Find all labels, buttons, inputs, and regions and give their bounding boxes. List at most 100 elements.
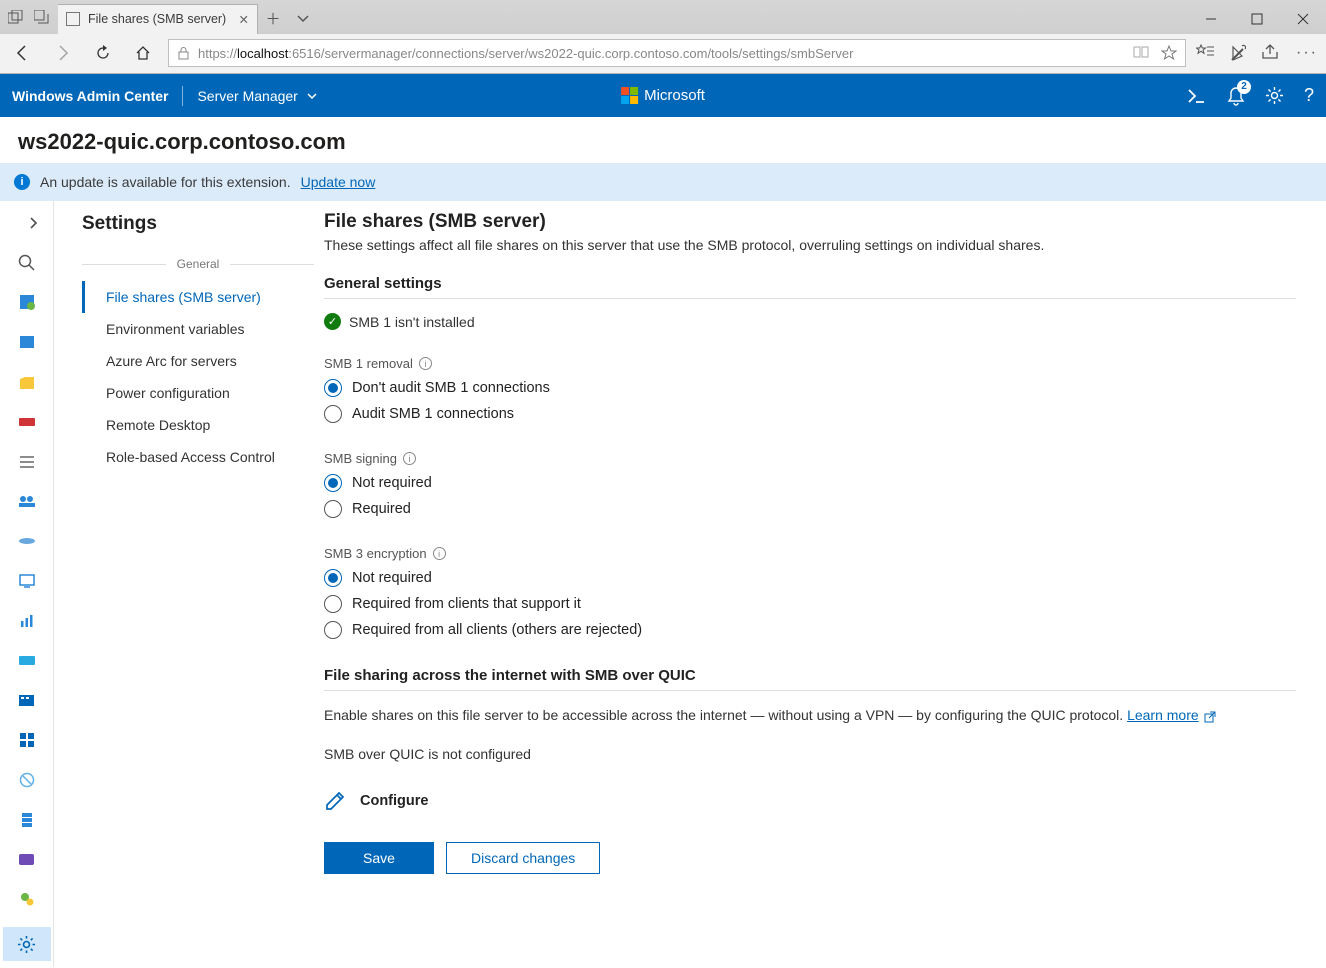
smb3-enc-label: SMB 3 encryption	[324, 546, 427, 561]
radio-selected-icon	[324, 474, 342, 492]
rail-tool-3[interactable]	[13, 370, 41, 394]
share-icon[interactable]	[1262, 44, 1280, 62]
smb1-removal-label: SMB 1 removal	[324, 356, 413, 371]
close-window-button[interactable]	[1280, 4, 1326, 34]
rail-tool-12[interactable]	[13, 728, 41, 752]
sidebar-item-file-shares[interactable]: File shares (SMB server)	[82, 281, 314, 313]
info-icon[interactable]: i	[433, 547, 446, 560]
smb1-removal-opt1[interactable]: Don't audit SMB 1 connections	[324, 375, 1296, 401]
rail-tool-7[interactable]	[13, 529, 41, 553]
main-title: File shares (SMB server)	[324, 211, 1296, 233]
app-brand[interactable]: Windows Admin Center	[12, 88, 168, 104]
maximize-button[interactable]	[1234, 4, 1280, 34]
window-group-icon[interactable]	[6, 7, 26, 27]
main-subtitle: These settings affect all file shares on…	[324, 237, 1296, 253]
rail-tool-1[interactable]	[13, 291, 41, 315]
close-tab-icon[interactable]: ✕	[239, 12, 249, 27]
radio-icon	[324, 405, 342, 423]
home-button[interactable]	[128, 38, 158, 68]
rail-tool-16[interactable]	[13, 887, 41, 911]
page-icon	[66, 12, 80, 26]
url-path: :6516/servermanager/connections/server/w…	[288, 46, 853, 61]
browser-tab[interactable]: File shares (SMB server) ✕	[58, 4, 258, 34]
address-bar[interactable]: https://localhost:6516/servermanager/con…	[168, 39, 1186, 67]
forward-button[interactable]	[48, 38, 78, 68]
general-settings-head: General settings	[324, 275, 1296, 299]
breadcrumb[interactable]: Server Manager	[197, 88, 317, 104]
powershell-icon[interactable]	[1187, 88, 1207, 104]
refresh-button[interactable]	[88, 38, 118, 68]
smb3-enc-opt1[interactable]: Not required	[324, 565, 1296, 591]
rail-tool-5[interactable]	[13, 450, 41, 474]
smb3-enc-opt2-label: Required from clients that support it	[352, 596, 581, 612]
smb1-removal-opt2[interactable]: Audit SMB 1 connections	[324, 401, 1296, 427]
configure-button[interactable]: Configure	[324, 790, 1296, 812]
banner-text: An update is available for this extensio…	[40, 174, 291, 190]
pencil-icon	[324, 790, 346, 812]
sidebar-item-power[interactable]: Power configuration	[82, 377, 314, 409]
smb3-enc-opt2[interactable]: Required from clients that support it	[324, 591, 1296, 617]
info-icon[interactable]: i	[419, 357, 432, 370]
external-link-icon	[1201, 709, 1216, 723]
configure-label: Configure	[360, 793, 428, 809]
smb-signing-opt2[interactable]: Required	[324, 496, 1296, 522]
update-now-link[interactable]: Update now	[301, 174, 376, 190]
rail-search[interactable]	[13, 251, 41, 275]
reading-view-icon[interactable]	[1133, 45, 1149, 61]
microsoft-label: Microsoft	[644, 87, 705, 104]
rail-settings[interactable]	[3, 927, 51, 961]
help-icon[interactable]: ?	[1304, 85, 1314, 106]
favorites-list-icon[interactable]	[1196, 44, 1214, 62]
notes-icon[interactable]	[1230, 44, 1246, 62]
more-icon[interactable]: ···	[1296, 44, 1318, 62]
smb-signing-opt2-label: Required	[352, 501, 411, 517]
smb3-enc-opt3-label: Required from all clients (others are re…	[352, 622, 642, 638]
minimize-button[interactable]	[1188, 4, 1234, 34]
favorite-icon[interactable]	[1161, 45, 1177, 61]
breadcrumb-label: Server Manager	[197, 88, 297, 104]
sidebar-item-env-vars[interactable]: Environment variables	[82, 313, 314, 345]
tab-dropdown-button[interactable]	[288, 4, 318, 34]
window-popout-icon[interactable]	[32, 7, 52, 27]
rail-tool-10[interactable]	[13, 649, 41, 673]
smb3-enc-opt3[interactable]: Required from all clients (others are re…	[324, 617, 1296, 643]
settings-icon[interactable]	[1265, 86, 1284, 105]
tab-title: File shares (SMB server)	[88, 12, 226, 26]
sidebar-item-remote-desktop[interactable]: Remote Desktop	[82, 409, 314, 441]
rail-tool-6[interactable]	[13, 489, 41, 513]
rail-tool-4[interactable]	[13, 410, 41, 434]
rail-tool-11[interactable]	[13, 688, 41, 712]
discard-button[interactable]: Discard changes	[446, 842, 600, 874]
page-title: ws2022-quic.corp.contoso.com	[0, 117, 1326, 163]
quic-learn-more[interactable]: Learn more	[1127, 707, 1199, 723]
back-button[interactable]	[8, 38, 38, 68]
notifications-button[interactable]: 2	[1227, 86, 1245, 106]
rail-tool-2[interactable]	[13, 330, 41, 354]
rail-tool-9[interactable]	[13, 609, 41, 633]
url-protocol: https://	[198, 46, 237, 61]
url-host: localhost	[237, 46, 288, 61]
sidebar-item-azure-arc[interactable]: Azure Arc for servers	[82, 345, 314, 377]
check-icon: ✓	[324, 313, 341, 330]
header-divider	[182, 86, 183, 106]
microsoft-logo: Microsoft	[621, 87, 705, 104]
smb1-removal-opt1-label: Don't audit SMB 1 connections	[352, 380, 550, 396]
radio-selected-icon	[324, 569, 342, 587]
radio-icon	[324, 500, 342, 518]
new-tab-button[interactable]: ＋	[258, 4, 288, 34]
rail-tool-15[interactable]	[13, 848, 41, 872]
smb-signing-opt1[interactable]: Not required	[324, 470, 1296, 496]
rail-tool-13[interactable]	[13, 768, 41, 792]
sidebar-item-rbac[interactable]: Role-based Access Control	[82, 441, 314, 473]
quic-status: SMB over QUIC is not configured	[324, 746, 1296, 762]
save-button[interactable]: Save	[324, 842, 434, 874]
update-banner: i An update is available for this extens…	[0, 163, 1326, 201]
smb-signing-opt1-label: Not required	[352, 475, 432, 491]
rail-collapse[interactable]	[19, 211, 47, 235]
smb-signing-label: SMB signing	[324, 451, 397, 466]
info-icon[interactable]: i	[403, 452, 416, 465]
rail-tool-8[interactable]	[13, 569, 41, 593]
quic-head: File sharing across the internet with SM…	[324, 667, 1296, 691]
rail-tool-14[interactable]	[13, 808, 41, 832]
radio-selected-icon	[324, 379, 342, 397]
